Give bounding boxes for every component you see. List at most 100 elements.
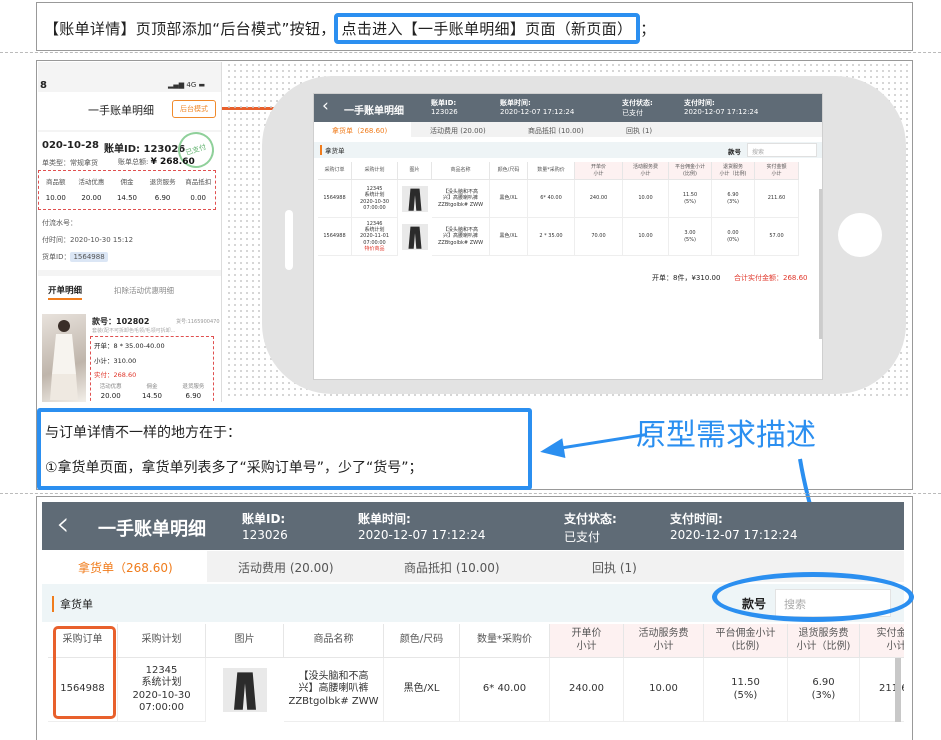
col-header-7: 活动服务费 小计	[623, 162, 669, 180]
info-label: 账单时间:	[500, 99, 531, 107]
tablet-search-input[interactable]: 搜索	[747, 143, 817, 157]
tablet-home-button	[838, 213, 882, 257]
col-header-9: 退货服务 小计（比例)	[712, 162, 755, 180]
col-header-10: 实付金额 小计	[755, 162, 799, 180]
item-subtotal: 小计：310.00	[94, 357, 137, 365]
cell-text: 黑色/XL	[403, 683, 440, 695]
info-value: 2020-12-07 17:12:24	[670, 528, 798, 542]
cell-text: 6* 40.00	[540, 195, 562, 202]
instruction-part1: 【账单详情】页顶部添加“后台模式”按钮，	[44, 20, 336, 38]
col-header-8: 平台佣金小计 (比例)	[704, 624, 788, 658]
callout-text: 原型需求描述	[636, 418, 816, 453]
col-header-9: 退货服务费 小计（比例)	[788, 624, 860, 658]
cell-text: 70.00	[591, 233, 606, 240]
top-border	[36, 2, 913, 3]
tablet-header: ‹ 一手账单明细 账单ID: 123026 账单时间: 2020-12-07 17:1…	[314, 94, 822, 122]
col-header-2: 图片	[398, 162, 432, 180]
product-thumb	[402, 224, 428, 250]
cell-color: 黑色/XL	[490, 218, 528, 256]
cell-qty: 2 * 35.00	[528, 218, 575, 256]
tablet-scrollbar[interactable]	[819, 189, 822, 339]
info-value: 2020-12-07 17:12:24	[684, 108, 759, 116]
metric-cell: 14.50	[116, 194, 137, 202]
cell-svc: 10.00	[624, 658, 704, 722]
item-sub-labels: 活动优惠 佣金 退货服务	[90, 382, 214, 390]
cell-text: 57.00	[769, 233, 784, 240]
item-open: 开单：8 * 35.00-40.00	[94, 342, 165, 350]
cell-qty: 6* 40.00	[460, 658, 550, 722]
bill-id-label: 账单ID:	[104, 144, 141, 155]
pay-no: 付流水号：	[42, 219, 77, 227]
info-label: 支付时间:	[670, 512, 723, 526]
item-sub-cell: 20.00	[100, 392, 121, 400]
cell-text: 1564988	[323, 233, 346, 240]
tab-2[interactable]: 商品抵扣 (10.00)	[528, 126, 584, 136]
cell-open: 240.00	[575, 180, 623, 218]
cell-plan: 12345 系统计划 2020-10-30 07:00:00	[118, 658, 206, 722]
cell-ret: 6.90 (3%)	[788, 658, 860, 722]
info-label: 账单ID:	[242, 512, 286, 526]
metric-cell: 退货服务	[149, 178, 176, 186]
col-header-1: 采购计划	[352, 162, 398, 180]
top-instruction: 【账单详情】页顶部添加“后台模式”按钮， 点击进入【一手账单明细】页面（新页面）；	[44, 13, 656, 44]
col-header-0: 采购订单	[318, 162, 352, 180]
bill-type: 常规拿货	[70, 159, 98, 167]
tab-2[interactable]: 商品抵扣 (10.00)	[404, 559, 500, 576]
item-sub-cell: 退货服务	[182, 384, 205, 390]
cell-text: 黑色/XL	[499, 195, 518, 202]
col-header-4: 颜色/尺码	[384, 624, 460, 658]
item-sub-values: 20.00 14.50 6.90	[90, 392, 214, 401]
tab-underline	[48, 298, 82, 300]
cell-text: 211.60	[767, 195, 786, 202]
cell-text: 10.00	[638, 195, 653, 202]
tablet-tabs: 拿货单（268.60) 活动费用 (20.00) 商品抵扣 (10.00) 回执 (1…	[314, 122, 822, 137]
tablet-section-bar: 拿货单 款号 搜索	[314, 142, 822, 158]
cell-text: 6.90 (3%)	[811, 677, 836, 701]
metric-cell: 商品抵扣	[185, 178, 212, 186]
cell-svc: 10.00	[623, 218, 669, 256]
right-border	[912, 2, 913, 50]
note-line1: 与订单详情不一样的地方在于：	[45, 425, 241, 441]
cell-color: 黑色/XL	[384, 658, 460, 722]
pay-time: 付时间：2020-10-30 15:12	[42, 236, 134, 244]
cell-text: 0.00 (0%)	[727, 230, 739, 243]
cell-text: 240.00	[569, 683, 604, 695]
cell-order: 1564988	[318, 218, 352, 256]
tablet-footer-count: 开单：8件，¥310.00	[652, 274, 721, 282]
tab-3[interactable]: 回执 (1)	[626, 126, 652, 136]
zoom-back-icon[interactable]: ‹	[56, 504, 70, 544]
zoom-right-border	[912, 496, 913, 740]
bill-date: 020-10-28	[42, 140, 100, 151]
status-signal: ▂▄▆ 4G ▬	[168, 81, 206, 89]
cell-ret: 6.90 (3%)	[712, 180, 755, 218]
cell-comm: 11.50 (5%)	[704, 658, 788, 722]
phone-title: 一手账单明细	[88, 104, 154, 117]
tab-0[interactable]: 拿货单（268.60)	[78, 559, 173, 576]
tab-1[interactable]: 活动费用 (20.00)	[430, 126, 486, 136]
col-header-6: 开单价 小计	[575, 162, 623, 180]
info-value: 123026	[431, 108, 458, 116]
cell-text: 11.50 (5%)	[731, 677, 760, 701]
cell-text: 【没头脑和不高 兴】高腰喇叭裤 ZZBtgolbk# ZWW	[437, 227, 484, 246]
tab-3[interactable]: 回执 (1)	[592, 559, 637, 576]
back-icon[interactable]: ‹	[322, 96, 329, 116]
cell-paid: 211.60	[755, 180, 799, 218]
cell-text: 6* 40.00	[482, 683, 527, 695]
left-border	[36, 2, 37, 50]
zoom-scrollbar[interactable]	[895, 658, 901, 722]
cell-text: 2 * 35.00	[539, 233, 563, 240]
tab-discount-detail[interactable]: 扣除活动优惠明细	[114, 285, 174, 296]
tab-0[interactable]: 拿货单（268.60)	[332, 126, 387, 136]
col-header-1: 采购计划	[118, 624, 206, 658]
cell-comm: 11.50 (5%)	[669, 180, 712, 218]
admin-mode-button[interactable]: 后台模式	[172, 100, 216, 118]
tab-open-detail[interactable]: 开单明细	[48, 284, 82, 296]
col-header-2: 图片	[206, 624, 284, 658]
cell-text: 【没头脑和不高 兴】高腰喇叭裤 ZZBtgolbk# ZWW	[288, 670, 379, 707]
tab-1[interactable]: 活动费用 (20.00)	[238, 559, 334, 576]
info-label: 支付时间:	[684, 99, 715, 107]
cell-text: 1564988	[323, 195, 346, 202]
search-highlight	[712, 572, 914, 622]
item-sub-cell: 14.50	[141, 392, 163, 400]
col-header-4: 颜色/尺码	[490, 162, 528, 180]
